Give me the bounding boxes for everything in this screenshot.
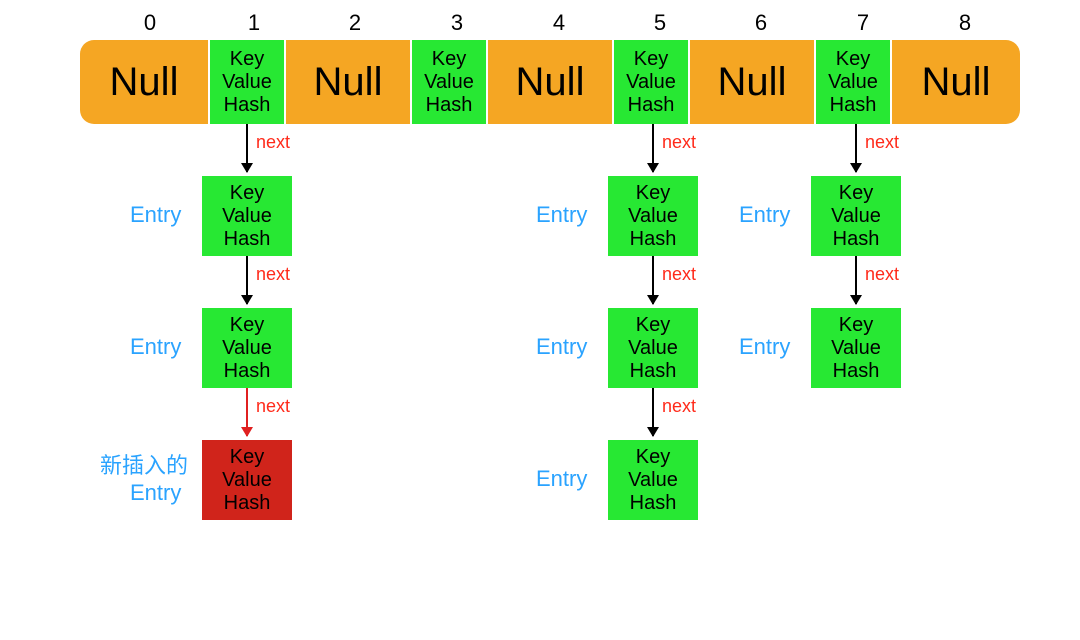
kvh-hash: Hash <box>224 360 271 383</box>
next-7-a: next <box>865 132 899 153</box>
kvh-hash: Hash <box>224 492 271 515</box>
arrow-5-a <box>652 124 654 172</box>
kvh-key: Key <box>432 48 466 71</box>
entry-label-1-a: Entry <box>130 202 181 228</box>
bucket-0-null: Null <box>80 40 208 124</box>
arrow-7-a <box>855 124 857 172</box>
index-7: 7 <box>848 10 878 36</box>
entry-label-5-b: Entry <box>536 334 587 360</box>
kvh-key: Key <box>230 446 264 469</box>
bucket-4-null: Null <box>488 40 612 124</box>
kvh-hash: Hash <box>630 360 677 383</box>
kvh-hash: Hash <box>628 94 675 117</box>
kvh-hash: Hash <box>830 94 877 117</box>
kvh-value: Value <box>831 337 881 360</box>
kvh-hash: Hash <box>426 94 473 117</box>
node-1-a: Key Value Hash <box>202 176 292 256</box>
node-7-b: Key Value Hash <box>811 308 901 388</box>
kvh-value: Value <box>222 469 272 492</box>
entry-label-7-b: Entry <box>739 334 790 360</box>
node-1-b: Key Value Hash <box>202 308 292 388</box>
next-7-b: next <box>865 264 899 285</box>
index-4: 4 <box>544 10 574 36</box>
kvh-value: Value <box>222 337 272 360</box>
kvh-value: Value <box>628 337 678 360</box>
entry-label-1-b: Entry <box>130 334 181 360</box>
kvh-key: Key <box>636 446 670 469</box>
kvh-key: Key <box>839 314 873 337</box>
kvh-key: Key <box>230 314 264 337</box>
index-5: 5 <box>645 10 675 36</box>
kvh-hash: Hash <box>833 228 880 251</box>
kvh-key: Key <box>636 314 670 337</box>
kvh-key: Key <box>836 48 870 71</box>
bucket-1-entry: Key Value Hash <box>208 40 286 124</box>
entry-label-5-a: Entry <box>536 202 587 228</box>
kvh-hash: Hash <box>630 228 677 251</box>
next-5-b: next <box>662 264 696 285</box>
bucket-7-entry: Key Value Hash <box>814 40 892 124</box>
next-1-a: next <box>256 132 290 153</box>
kvh-key: Key <box>839 182 873 205</box>
arrow-5-c <box>652 388 654 436</box>
index-8: 8 <box>950 10 980 36</box>
bucket-3-entry: Key Value Hash <box>410 40 488 124</box>
bucket-5-entry: Key Value Hash <box>612 40 690 124</box>
new-insert-label: 新插入的 <box>100 448 188 480</box>
node-5-a: Key Value Hash <box>608 176 698 256</box>
index-0: 0 <box>135 10 165 36</box>
entry-label-5-c: Entry <box>536 466 587 492</box>
kvh-key: Key <box>230 182 264 205</box>
entry-label-7-a: Entry <box>739 202 790 228</box>
kvh-value: Value <box>831 205 881 228</box>
kvh-hash: Hash <box>224 228 271 251</box>
kvh-value: Value <box>628 469 678 492</box>
diagram-stage: 0 1 2 3 4 5 6 7 8 Null Key Value Hash Nu… <box>20 10 1060 630</box>
bucket-8-null: Null <box>892 40 1020 124</box>
index-1: 1 <box>239 10 269 36</box>
kvh-hash: Hash <box>224 94 271 117</box>
arrow-1-a <box>246 124 248 172</box>
bucket-6-null: Null <box>690 40 814 124</box>
node-5-b: Key Value Hash <box>608 308 698 388</box>
node-7-a: Key Value Hash <box>811 176 901 256</box>
bucket-2-null: Null <box>286 40 410 124</box>
index-6: 6 <box>746 10 776 36</box>
kvh-value: Value <box>828 71 878 94</box>
arrow-1-c-red <box>246 388 248 436</box>
kvh-value: Value <box>222 71 272 94</box>
kvh-hash: Hash <box>833 360 880 383</box>
next-5-c: next <box>662 396 696 417</box>
kvh-value: Value <box>626 71 676 94</box>
kvh-value: Value <box>424 71 474 94</box>
kvh-value: Value <box>222 205 272 228</box>
index-3: 3 <box>442 10 472 36</box>
arrow-5-b <box>652 256 654 304</box>
arrow-1-b <box>246 256 248 304</box>
next-5-a: next <box>662 132 696 153</box>
kvh-hash: Hash <box>630 492 677 515</box>
kvh-key: Key <box>230 48 264 71</box>
next-1-b: next <box>256 264 290 285</box>
kvh-key: Key <box>634 48 668 71</box>
kvh-key: Key <box>636 182 670 205</box>
next-1-c: next <box>256 396 290 417</box>
entry-label-1-c: Entry <box>130 480 181 506</box>
node-5-c: Key Value Hash <box>608 440 698 520</box>
node-1-c-new: Key Value Hash <box>202 440 292 520</box>
bucket-array: Null Key Value Hash Null Key Value Hash … <box>80 40 1020 124</box>
index-2: 2 <box>340 10 370 36</box>
arrow-7-b <box>855 256 857 304</box>
kvh-value: Value <box>628 205 678 228</box>
